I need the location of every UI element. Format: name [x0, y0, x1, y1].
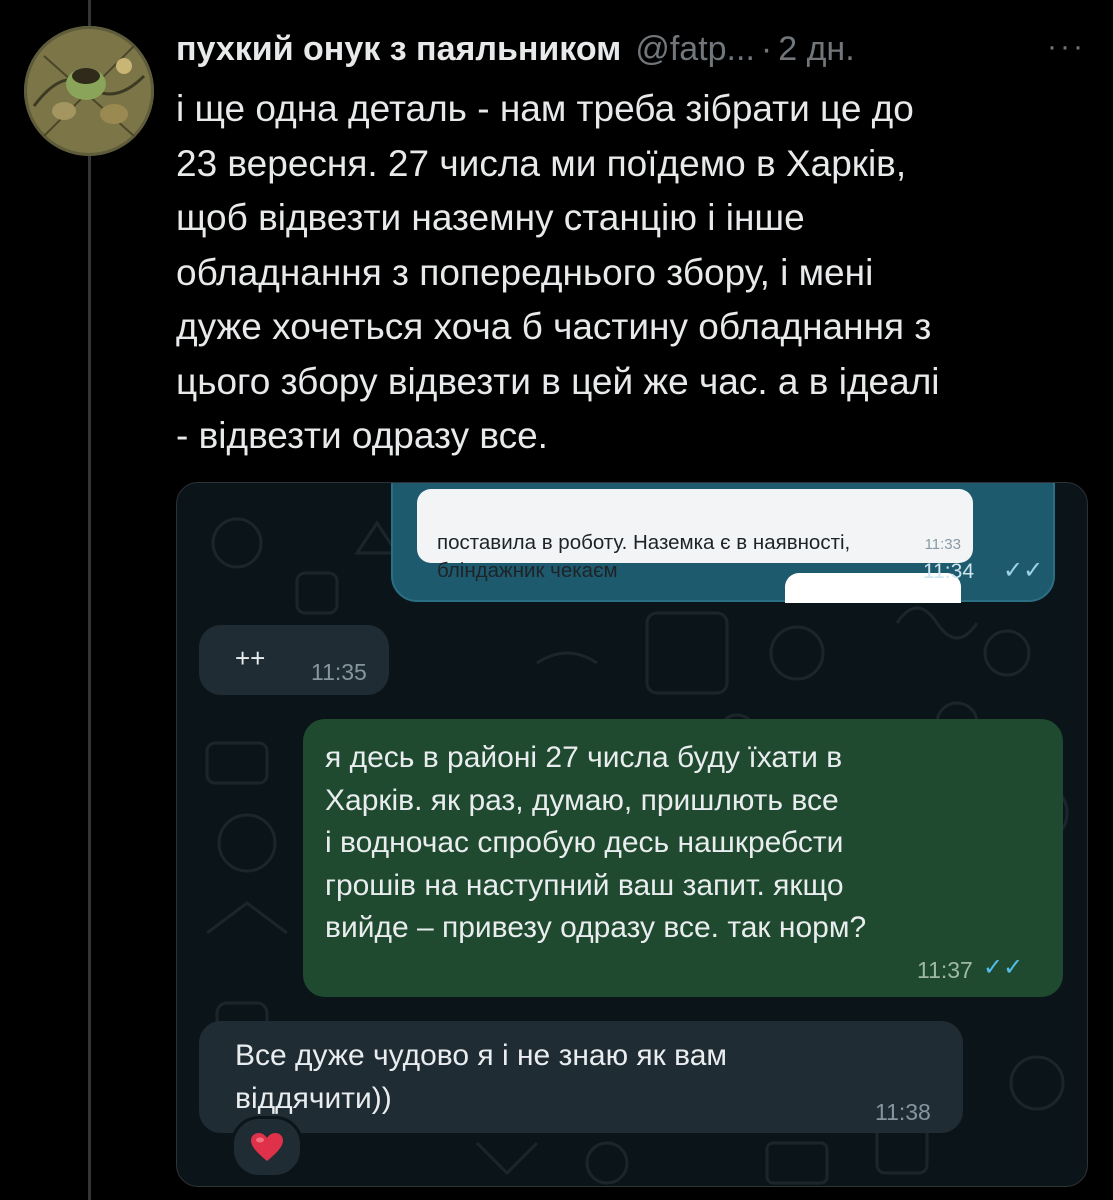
- avatar-illustration: [24, 26, 154, 156]
- author-handle[interactable]: @fatp...: [635, 30, 755, 69]
- author-name[interactable]: пухкий онук з паяльником: [176, 30, 621, 69]
- tweet-header: пухкий онук з паяльником @fatp... · 2 дн…: [176, 24, 1086, 74]
- heart-icon: [251, 1133, 283, 1161]
- double-check-icon: ✓✓: [983, 954, 1024, 981]
- tweet-media-screenshot[interactable]: поставила в роботу. Наземка є в наявност…: [176, 482, 1088, 1187]
- quoted-message-bubble: поставила в роботу. Наземка є в наявност…: [417, 489, 973, 582]
- message-text: Все дуже чудово я і не знаю як вам віддя…: [235, 1039, 728, 1115]
- thread-line: [88, 0, 91, 1200]
- avatar[interactable]: [24, 26, 154, 156]
- quoted-message-text: поставила в роботу. Наземка є в наявност…: [437, 531, 851, 582]
- quoted-inner-time: 11:33: [924, 536, 961, 553]
- message-bubble-outgoing: я десь в районі 27 числа буду їхати в Ха…: [303, 719, 1063, 997]
- message-text: я десь в районі 27 числа буду їхати в Ха…: [325, 741, 867, 944]
- message-bubble-incoming: Все дуже чудово я і не знаю як вам віддя…: [199, 1021, 963, 1133]
- tweet-text: і ще одна деталь - нам треба зібрати це …: [176, 88, 940, 456]
- tweet-time[interactable]: 2 дн.: [778, 30, 854, 69]
- separator-dot: ·: [760, 29, 773, 68]
- quoted-outer-time: 11:34: [923, 560, 974, 583]
- message-bubble-incoming: ++ 11:35: [199, 625, 389, 695]
- message-text: ++: [235, 643, 266, 673]
- double-check-icon: ✓✓: [1003, 557, 1044, 584]
- message-time: 11:38: [875, 1099, 931, 1125]
- message-time: 11:37: [917, 957, 973, 983]
- more-options-icon[interactable]: ···: [1047, 30, 1086, 64]
- quoted-message-panel: поставила в роботу. Наземка є в наявност…: [391, 483, 1055, 603]
- heart-reaction-icon[interactable]: [231, 1116, 303, 1178]
- message-time: 11:35: [311, 659, 367, 685]
